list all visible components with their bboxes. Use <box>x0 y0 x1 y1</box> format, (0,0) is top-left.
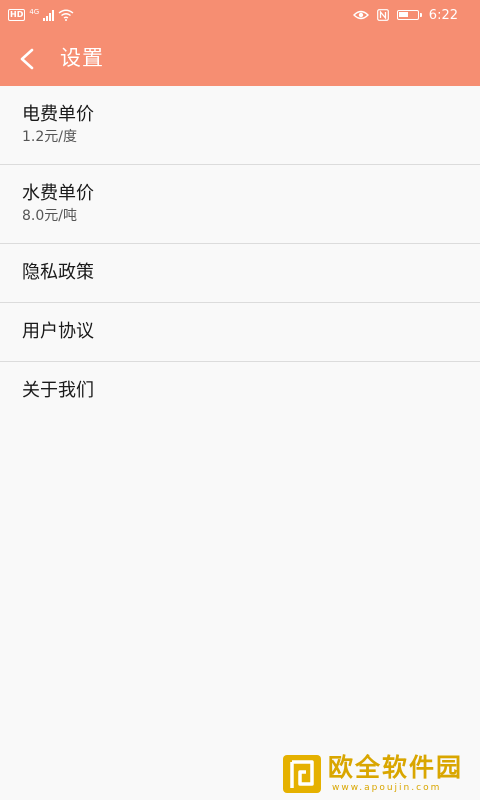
battery-icon <box>396 10 422 20</box>
water-price-label: 水费单价 <box>22 183 94 204</box>
watermark-name: 欧全软件园 <box>328 753 464 782</box>
privacy-policy-label: 隐私政策 <box>22 262 94 283</box>
electricity-price-item[interactable]: 电费单价 1.2元/度 <box>0 86 480 165</box>
status-bar: HD 4G 6:22 <box>0 0 480 30</box>
user-agreement-item[interactable]: 用户协议 <box>0 303 480 362</box>
chevron-left-icon <box>20 48 34 70</box>
water-price-item[interactable]: 水费单价 8.0元/吨 <box>0 165 480 244</box>
eye-icon <box>352 10 369 20</box>
watermark-logo-icon <box>283 755 321 793</box>
app-header: HD 4G 6:22 设置 <box>0 0 480 86</box>
electricity-price-label: 电费单价 <box>22 104 94 125</box>
water-price-value: 8.0元/吨 <box>22 208 77 224</box>
settings-screen: HD 4G 6:22 设置 电费单价 1.2元/度 水费单价 8.0元/吨 隐私… <box>0 0 480 800</box>
page-title: 设置 <box>60 46 104 70</box>
status-left: HD 4G <box>8 7 74 23</box>
wifi-icon <box>58 9 74 21</box>
user-agreement-label: 用户协议 <box>22 321 94 342</box>
status-time: 6:22 <box>428 7 458 23</box>
status-right: 6:22 <box>352 6 458 24</box>
electricity-price-value: 1.2元/度 <box>22 129 77 145</box>
watermark: 欧全软件园 www.apoujin.com <box>280 750 476 798</box>
signal-icon <box>43 9 55 21</box>
settings-list: 电费单价 1.2元/度 水费单价 8.0元/吨 隐私政策 用户协议 关于我们 <box>0 86 480 421</box>
hd-badge: HD <box>8 9 26 21</box>
battery-level <box>398 12 408 17</box>
about-us-item[interactable]: 关于我们 <box>0 362 480 421</box>
watermark-url: www.apoujin.com <box>332 783 442 793</box>
nfc-icon <box>376 9 389 21</box>
back-button[interactable] <box>12 44 42 74</box>
network-type-label: 4G <box>29 8 40 16</box>
privacy-policy-item[interactable]: 隐私政策 <box>0 244 480 303</box>
title-bar: 设置 <box>0 30 480 86</box>
about-us-label: 关于我们 <box>22 380 94 401</box>
